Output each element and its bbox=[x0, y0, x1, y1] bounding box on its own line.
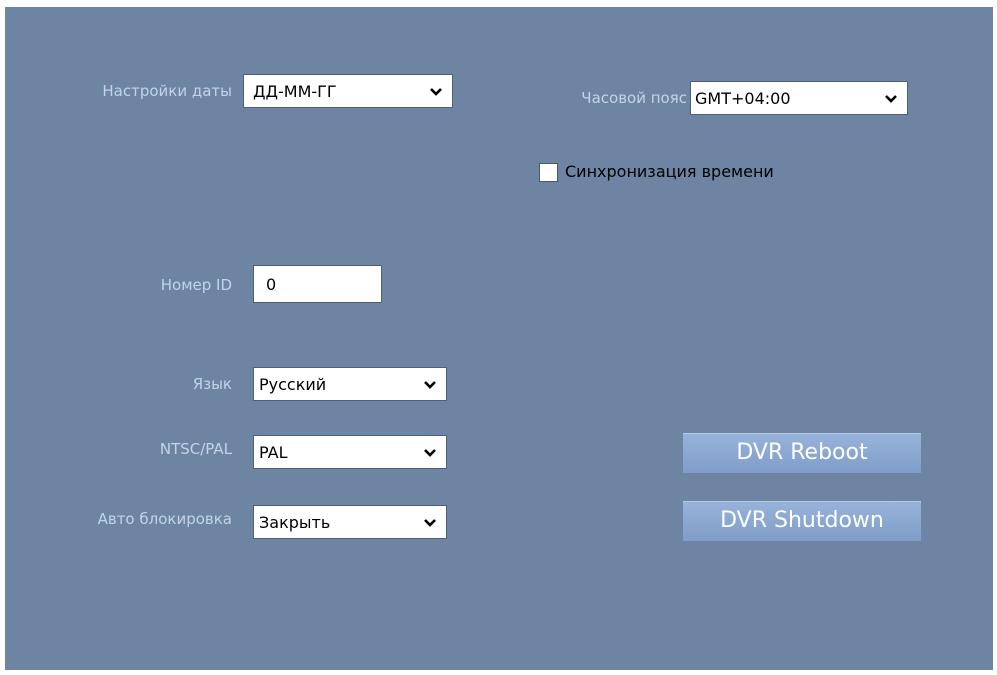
timezone-label: Часовой пояс bbox=[581, 89, 687, 107]
video-standard-label: NTSC/PAL bbox=[159, 440, 232, 458]
device-id-label: Номер ID bbox=[160, 276, 232, 294]
auto-lock-label: Авто блокировка bbox=[97, 510, 232, 528]
auto-lock-value: Закрыть bbox=[259, 513, 331, 532]
timezone-value: GMT+04:00 bbox=[695, 89, 791, 108]
language-value: Русский bbox=[259, 375, 327, 394]
device-id-input[interactable]: 0 bbox=[253, 265, 382, 303]
video-standard-select[interactable]: PAL bbox=[253, 435, 447, 469]
chevron-down-icon[interactable] bbox=[427, 83, 445, 101]
dvr-reboot-button[interactable]: DVR Reboot bbox=[683, 433, 921, 473]
date-format-select[interactable]: ДД-ММ-ГГ bbox=[243, 74, 453, 108]
time-sync-label[interactable]: Синхронизация времени bbox=[565, 162, 774, 181]
language-label: Язык bbox=[192, 375, 232, 393]
video-standard-value: PAL bbox=[259, 443, 288, 462]
chevron-down-icon[interactable] bbox=[421, 444, 439, 462]
timezone-select[interactable]: GMT+04:00 bbox=[690, 81, 908, 115]
auto-lock-select[interactable]: Закрыть bbox=[253, 505, 447, 539]
chevron-down-icon[interactable] bbox=[882, 90, 900, 108]
chevron-down-icon[interactable] bbox=[421, 376, 439, 394]
dvr-shutdown-button[interactable]: DVR Shutdown bbox=[683, 501, 921, 541]
date-settings-label: Настройки даты bbox=[102, 82, 232, 100]
chevron-down-icon[interactable] bbox=[421, 514, 439, 532]
device-id-value: 0 bbox=[266, 275, 277, 294]
date-format-value: ДД-ММ-ГГ bbox=[253, 82, 337, 101]
time-sync-checkbox[interactable] bbox=[539, 163, 558, 182]
language-select[interactable]: Русский bbox=[253, 367, 447, 401]
